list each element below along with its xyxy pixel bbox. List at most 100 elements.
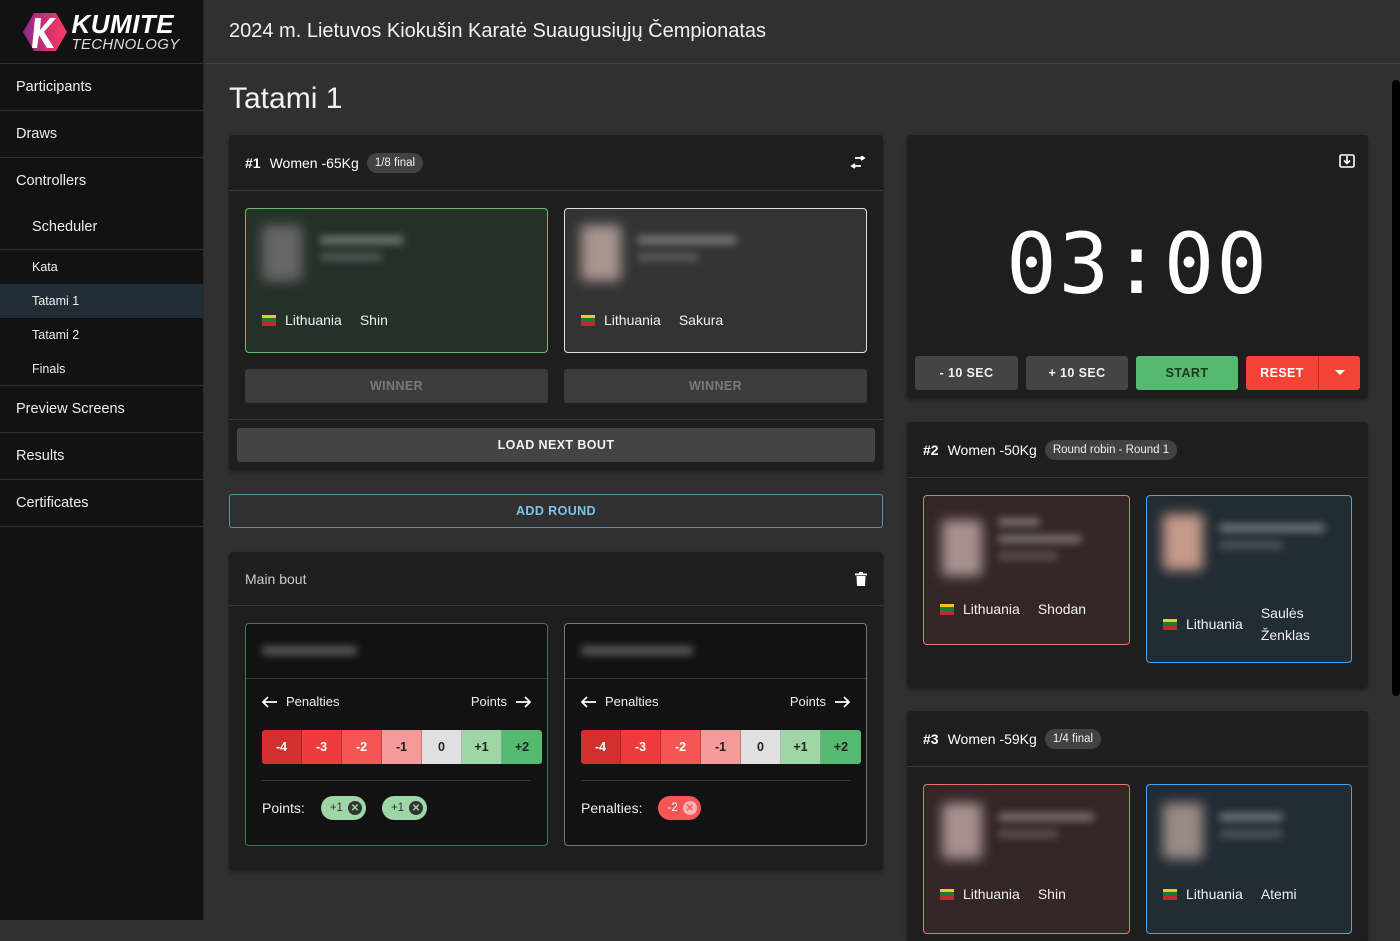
score-button-minus-2[interactable]: -2	[661, 730, 701, 764]
fighter-dob-redacted	[998, 552, 1058, 560]
sidebar-item-controllers[interactable]: Controllers	[0, 158, 203, 204]
score-button-minus-3[interactable]: -3	[302, 730, 342, 764]
score-button-plus-2[interactable]: +2	[821, 730, 861, 764]
swap-icon[interactable]	[849, 155, 867, 170]
sidebar-item-scheduler[interactable]: Scheduler	[0, 204, 203, 250]
fighter-name-redacted	[581, 646, 693, 655]
add-round-button[interactable]: ADD ROUND	[229, 494, 883, 528]
score-button-minus-4[interactable]: -4	[262, 730, 302, 764]
fighter-country: Lithuania	[1186, 616, 1243, 632]
bout-number: #1	[245, 154, 261, 171]
remove-chip-icon[interactable]: ✕	[409, 801, 424, 815]
score-panel-left: Penalties Points -4 -3 -2 -1 0 +1 +2 Poi…	[245, 623, 548, 846]
penalty-chip: -2 ✕	[658, 796, 701, 820]
fighter-dob-redacted	[998, 830, 1058, 838]
fighter-card-aka[interactable]: Lithuania Shin	[923, 784, 1130, 934]
score-button-minus-1[interactable]: -1	[382, 730, 422, 764]
arrow-right-icon	[516, 695, 531, 708]
fighter-name-redacted	[262, 646, 357, 655]
fighter-card-shiro[interactable]: Lithuania Saulės Ženklas	[1146, 495, 1352, 663]
lithuania-flag-icon	[262, 314, 276, 326]
fighter-country: Lithuania	[285, 312, 342, 328]
sidebar-item-participants[interactable]: Participants	[0, 64, 203, 111]
fighter-name-redacted	[320, 236, 404, 244]
tally-label: Penalties:	[581, 800, 643, 816]
sidebar-item-certificates[interactable]: Certificates	[0, 480, 203, 527]
reset-options-dropdown[interactable]	[1318, 356, 1360, 390]
score-button-minus-4[interactable]: -4	[581, 730, 621, 764]
score-button-plus-1[interactable]: +1	[781, 730, 821, 764]
score-button-minus-1[interactable]: -1	[701, 730, 741, 764]
upcoming-bout-card: #3 Women -59Kg 1/4 final Lithuania Shin …	[907, 711, 1368, 941]
fighter-country: Lithuania	[604, 312, 661, 328]
fighter-country: Lithuania	[1186, 886, 1243, 902]
score-button-minus-3[interactable]: -3	[621, 730, 661, 764]
bout-stage-chip: Round robin - Round 1	[1044, 439, 1178, 460]
score-button-minus-2[interactable]: -2	[342, 730, 382, 764]
winner-left-button[interactable]: WINNER	[245, 369, 548, 403]
score-button-zero[interactable]: 0	[741, 730, 781, 764]
score-chip: +1 ✕	[320, 796, 366, 820]
sidebar-item-draws[interactable]: Draws	[0, 111, 203, 158]
bout-stage-chip: 1/8 final	[366, 152, 424, 173]
bout-number: #2	[923, 441, 939, 458]
start-button[interactable]: START	[1136, 356, 1238, 390]
fighter-club: Shin	[359, 312, 388, 328]
sidebar-item-tatami-2[interactable]: Tatami 2	[0, 318, 203, 352]
scrollbar-thumb[interactable]	[1392, 80, 1400, 696]
fighter-name-redacted	[998, 813, 1094, 821]
arrow-left-icon	[262, 695, 277, 708]
fighter-dob-redacted	[320, 253, 382, 261]
fighter-name-redacted	[998, 518, 1040, 526]
sidebar-item-kata[interactable]: Kata	[0, 250, 203, 284]
current-bout-card: #1 Women -65Kg 1/8 final Lithuania Shin …	[229, 135, 883, 470]
load-next-bout-button[interactable]: LOAD NEXT BOUT	[237, 428, 875, 462]
logo-subtitle: TECHNOLOGY	[71, 36, 180, 53]
fighter-dob-redacted	[1219, 830, 1283, 838]
fighter-club: Shodan	[1037, 601, 1087, 617]
sidebar-item-tatami-1[interactable]: Tatami 1	[0, 284, 203, 318]
fighter-card-right[interactable]: Lithuania Sakura	[564, 208, 867, 353]
timer-card: 03:00 - 10 SEC + 10 SEC START RESET	[907, 135, 1368, 398]
minus-10-sec-button[interactable]: - 10 SEC	[915, 356, 1018, 390]
score-button-plus-2[interactable]: +2	[502, 730, 542, 764]
fighter-card-left[interactable]: Lithuania Shin	[245, 208, 548, 353]
score-button-group: -4 -3 -2 -1 0 +1 +2	[262, 730, 542, 764]
bout-category: Women -59Kg	[947, 730, 1037, 747]
winner-right-button[interactable]: WINNER	[564, 369, 867, 403]
sidebar-item-preview-screens[interactable]: Preview Screens	[0, 386, 203, 433]
fighter-photo	[1163, 803, 1203, 859]
page-title: Tatami 1	[229, 82, 343, 115]
points-direction: Points	[790, 694, 850, 709]
plus-10-sec-button[interactable]: + 10 SEC	[1026, 356, 1128, 390]
fighter-name-redacted	[998, 535, 1082, 543]
fighter-name-redacted	[1219, 524, 1325, 532]
timer-display: 03:00	[1006, 215, 1269, 313]
fighter-name-redacted	[637, 236, 737, 244]
download-icon[interactable]	[1339, 153, 1355, 169]
upcoming-bout-card: #2 Women -50Kg Round robin - Round 1 Lit…	[907, 422, 1368, 688]
reset-button[interactable]: RESET	[1246, 356, 1318, 390]
sidebar-item-results[interactable]: Results	[0, 433, 203, 480]
score-button-plus-1[interactable]: +1	[462, 730, 502, 764]
fighter-photo	[581, 225, 621, 281]
fighter-name-redacted	[1219, 813, 1283, 821]
remove-chip-icon[interactable]: ✕	[347, 801, 362, 815]
score-panel-right: Penalties Points -4 -3 -2 -1 0 +1 +2 Pen…	[564, 623, 867, 846]
fighter-photo	[942, 520, 982, 576]
fighter-photo	[942, 803, 982, 859]
arrow-right-icon	[835, 695, 850, 708]
fighter-card-aka[interactable]: Lithuania Shodan	[923, 495, 1130, 645]
delete-icon[interactable]	[855, 571, 867, 586]
score-chip: +1 ✕	[381, 796, 428, 820]
sidebar-item-finals[interactable]: Finals	[0, 352, 203, 386]
bout-category: Women -50Kg	[947, 441, 1037, 458]
remove-chip-icon[interactable]: ✕	[682, 801, 697, 815]
fighter-card-shiro[interactable]: Lithuania Atemi	[1146, 784, 1352, 934]
arrow-left-icon	[581, 695, 596, 708]
score-button-zero[interactable]: 0	[422, 730, 462, 764]
penalties-direction: Penalties	[262, 694, 339, 709]
fighter-dob-redacted	[637, 253, 699, 261]
logo[interactable]: KUMITE TECHNOLOGY	[0, 0, 203, 64]
fighter-club: Sakura	[678, 312, 724, 328]
